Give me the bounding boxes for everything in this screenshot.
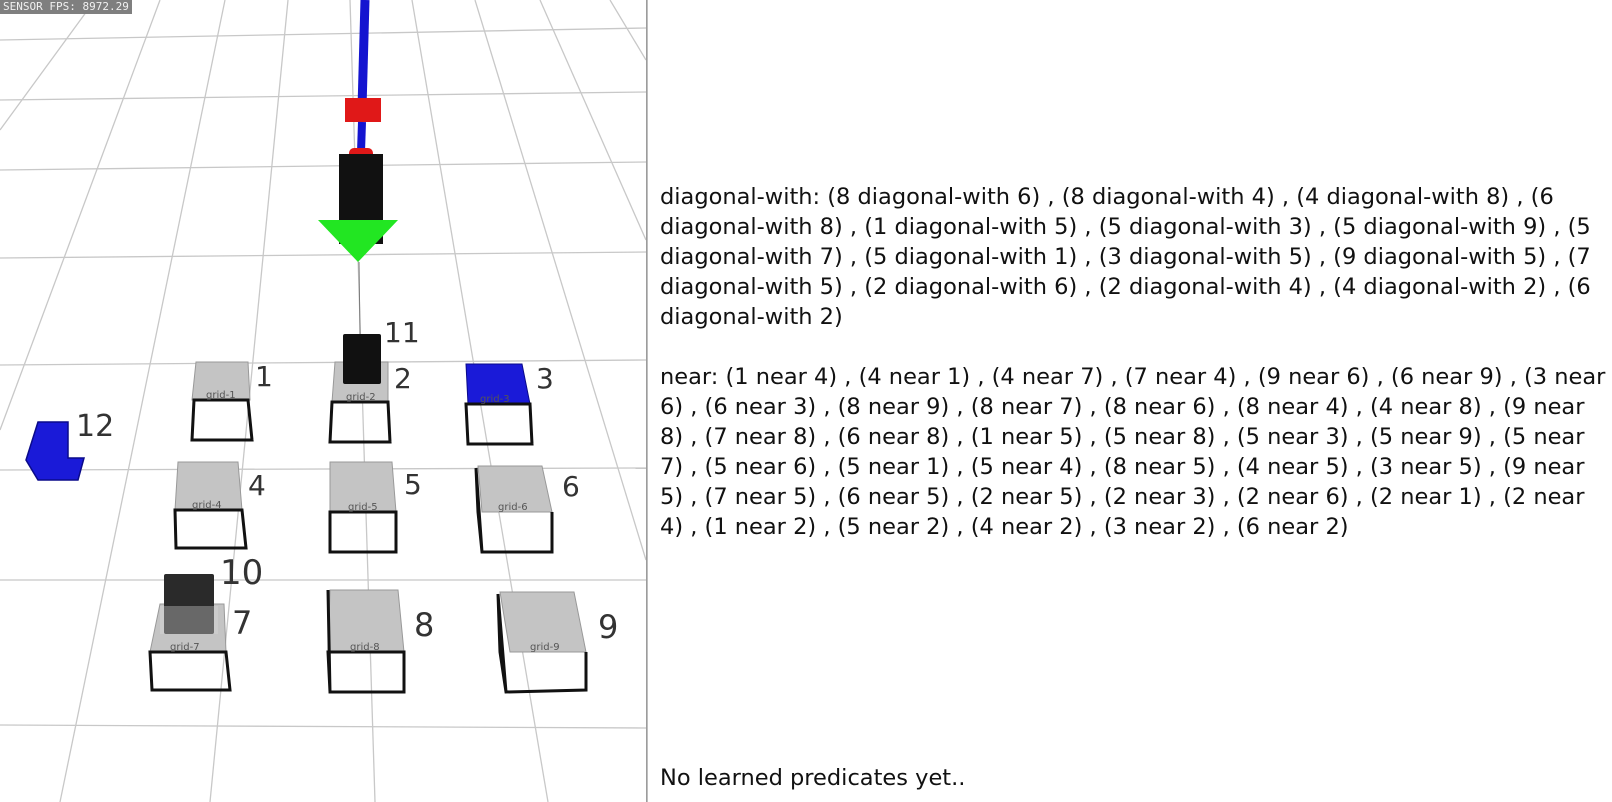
grid-label-8: grid-8 <box>350 642 380 653</box>
table-cell-8: grid-8 8 <box>326 589 434 694</box>
grid-label-6: grid-6 <box>498 502 528 513</box>
predicates-panel: diagonal-with: (8 diagonal-with 6) , (8 … <box>660 0 1610 802</box>
svg-text:10: 10 <box>220 553 263 593</box>
simulation-viewport[interactable]: grid-1 1 grid-2 2 grid-3 3 grid-4 4 grid… <box>0 0 646 802</box>
learned-predicates-status: No learned predicates yet.. <box>660 765 966 791</box>
cell-number-8: 8 <box>414 606 434 644</box>
floor-grid <box>0 0 646 802</box>
grid-label-4: grid-4 <box>192 500 222 511</box>
table-cell-5: grid-5 5 <box>328 461 422 554</box>
cell-number-6: 6 <box>562 470 580 503</box>
table-cell-4: grid-4 4 <box>173 461 266 550</box>
svg-text:12: 12 <box>76 409 114 444</box>
near-predicates: near: (1 near 4) , (4 near 1) , (4 near … <box>660 364 1606 540</box>
cell-number-2: 2 <box>394 362 412 395</box>
table-cell-9: grid-9 9 <box>496 591 618 694</box>
cell-number-3: 3 <box>536 362 554 395</box>
pane-divider[interactable] <box>646 0 648 802</box>
table-cell-6: grid-6 6 <box>474 465 580 554</box>
grid-label-9: grid-9 <box>530 642 560 653</box>
cell-number-1: 1 <box>255 360 273 393</box>
grid-label-5: grid-5 <box>348 502 378 513</box>
grid-label-7: grid-7 <box>170 642 200 653</box>
scene-3d-view: grid-1 1 grid-2 2 grid-3 3 grid-4 4 grid… <box>0 0 646 802</box>
table-cell-3: grid-3 3 <box>464 362 554 446</box>
cell-number-7: 7 <box>232 604 252 642</box>
table-cell-1: grid-1 1 <box>190 360 273 442</box>
cell-number-5: 5 <box>404 468 422 501</box>
grid-label-1: grid-1 <box>206 390 236 401</box>
diagonal-with-predicates: diagonal-with: (8 diagonal-with 6) , (8 … <box>660 184 1591 330</box>
grid-label-2: grid-2 <box>346 392 376 403</box>
sensor-fps-readout: SENSOR FPS: 8972.29 <box>0 0 132 14</box>
robot-arm <box>318 0 398 336</box>
grid-label-3: grid-3 <box>480 394 510 405</box>
arrow-indicator <box>318 220 398 262</box>
svg-text:11: 11 <box>384 316 420 349</box>
cell-number-9: 9 <box>598 608 618 646</box>
cell-number-4: 4 <box>248 469 266 502</box>
